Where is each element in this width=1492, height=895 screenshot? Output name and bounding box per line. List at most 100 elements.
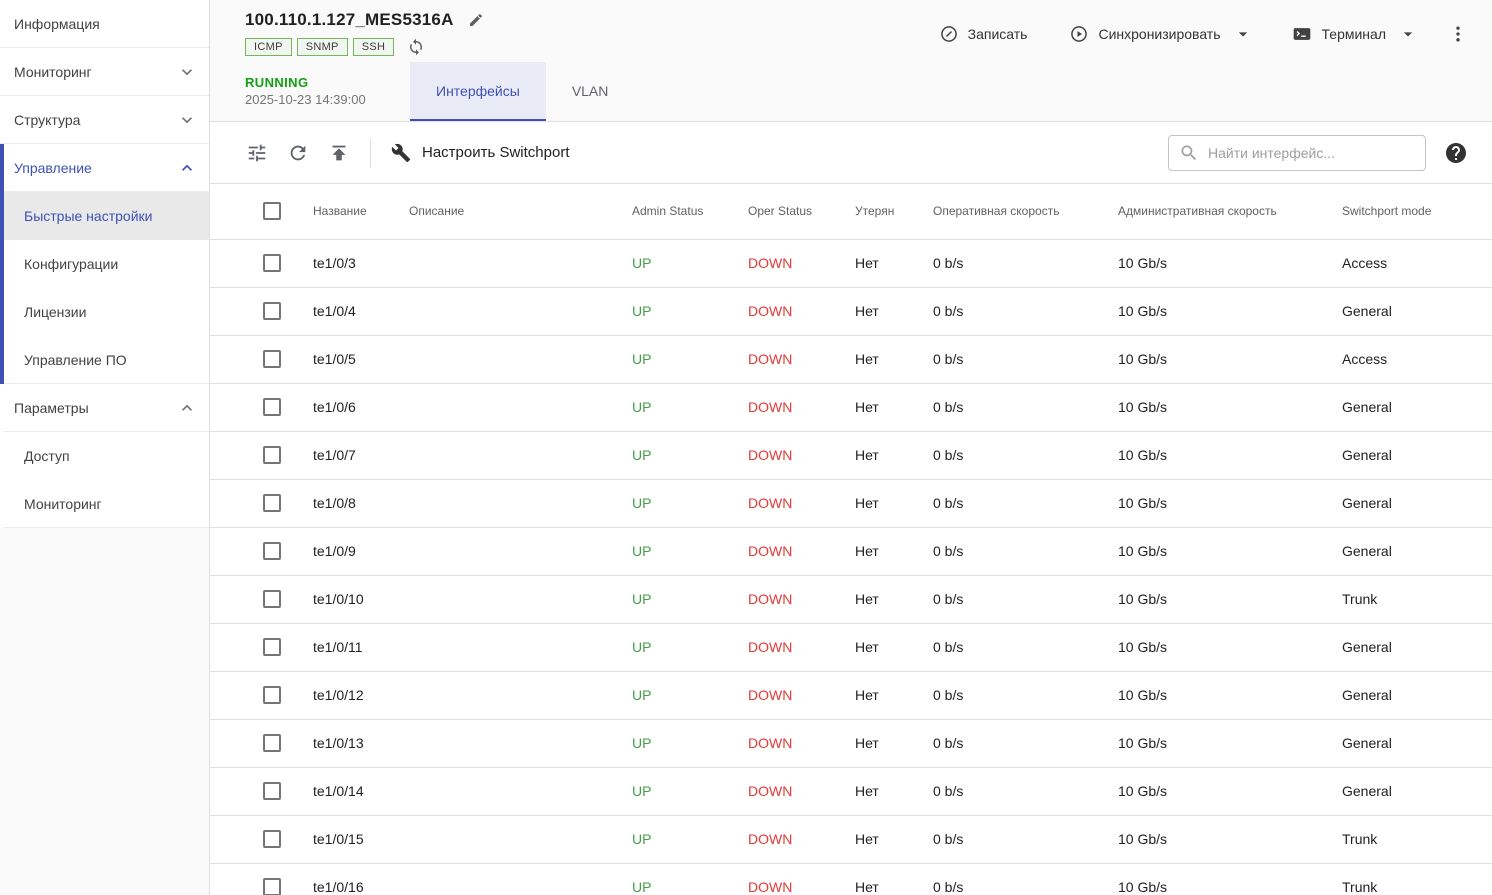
cell-lost: Нет — [855, 575, 933, 623]
column-header-name: Название — [313, 184, 409, 239]
sidebar-item-information[interactable]: Информация — [0, 0, 209, 48]
cell-admin-speed: 10 Gb/s — [1118, 815, 1342, 863]
search-input[interactable] — [1208, 145, 1415, 161]
pencil-icon — [468, 12, 484, 28]
sidebar-item-monitoring[interactable]: Мониторинг — [0, 48, 209, 96]
refresh-table-button[interactable] — [280, 135, 316, 171]
sidebar-item-quick-settings[interactable]: Быстрые настройки — [4, 192, 209, 240]
row-checkbox[interactable] — [263, 446, 281, 464]
cell-switchport-mode: General — [1342, 431, 1492, 479]
sidebar-item-label: Лицензии — [24, 304, 86, 320]
configure-switchport-button[interactable]: Настроить Switchport — [383, 137, 578, 169]
tab-vlan[interactable]: VLAN — [546, 62, 635, 121]
cell-admin-speed: 10 Gb/s — [1118, 575, 1342, 623]
sidebar-item-software-management[interactable]: Управление ПО — [4, 336, 209, 384]
table-row: te1/0/13UPDOWNНет0 b/s10 Gb/sGeneral — [210, 719, 1492, 767]
row-checkbox[interactable] — [263, 542, 281, 560]
protocol-badge-icmp: ICMP — [245, 38, 292, 56]
refresh-availability-button[interactable] — [405, 36, 427, 58]
cell-oper-status: DOWN — [748, 431, 855, 479]
row-checkbox[interactable] — [263, 590, 281, 608]
chevron-up-icon — [177, 158, 197, 178]
select-all-checkbox[interactable] — [263, 202, 281, 220]
cell-name: te1/0/11 — [313, 623, 409, 671]
upload-button[interactable] — [321, 135, 357, 171]
cell-admin-status: UP — [632, 815, 748, 863]
device-info: 100.110.1.127_MES5316A ICMP SNMP SSH — [245, 10, 486, 58]
terminal-button[interactable]: Терминал — [1283, 18, 1394, 50]
cell-oper-status: DOWN — [748, 335, 855, 383]
status-state: RUNNING — [245, 75, 400, 90]
cell-switchport-mode: General — [1342, 479, 1492, 527]
protocol-badge-snmp: SNMP — [297, 38, 348, 56]
cell-switchport-mode: General — [1342, 671, 1492, 719]
row-checkbox[interactable] — [263, 254, 281, 272]
row-checkbox[interactable] — [263, 638, 281, 656]
sidebar-item-monitoring-sub[interactable]: Мониторинг — [4, 480, 209, 528]
cell-description — [409, 335, 632, 383]
cell-switchport-mode: General — [1342, 623, 1492, 671]
cell-lost: Нет — [855, 479, 933, 527]
row-checkbox[interactable] — [263, 350, 281, 368]
synchronize-button[interactable]: Синхронизировать — [1061, 18, 1228, 50]
row-checkbox[interactable] — [263, 782, 281, 800]
protocol-badges: ICMP SNMP SSH — [245, 36, 486, 58]
terminal-icon — [1291, 24, 1313, 44]
row-checkbox[interactable] — [263, 398, 281, 416]
column-settings-button[interactable] — [239, 135, 275, 171]
sidebar-item-parameters[interactable]: Параметры — [4, 384, 209, 432]
cell-oper-speed: 0 b/s — [933, 863, 1118, 895]
row-checkbox[interactable] — [263, 830, 281, 848]
row-checkbox[interactable] — [263, 686, 281, 704]
cell-switchport-mode: Trunk — [1342, 863, 1492, 895]
cell-name: te1/0/9 — [313, 527, 409, 575]
cell-admin-status: UP — [632, 239, 748, 287]
cell-name: te1/0/8 — [313, 479, 409, 527]
sidebar-item-licenses[interactable]: Лицензии — [4, 288, 209, 336]
help-button[interactable] — [1442, 139, 1470, 167]
device-actions: Записать Синхронизировать Терминал — [931, 18, 1472, 50]
cell-admin-status: UP — [632, 431, 748, 479]
row-checkbox[interactable] — [263, 878, 281, 895]
play-circle-icon — [1069, 24, 1089, 44]
cell-oper-speed: 0 b/s — [933, 527, 1118, 575]
cell-admin-speed: 10 Gb/s — [1118, 335, 1342, 383]
cell-admin-status: UP — [632, 527, 748, 575]
tab-interfaces[interactable]: Интерфейсы — [410, 62, 546, 121]
row-checkbox[interactable] — [263, 302, 281, 320]
cell-description — [409, 239, 632, 287]
table-header-row: Название Описание Admin Status Oper Stat… — [210, 184, 1492, 239]
sidebar-item-structure[interactable]: Структура — [0, 96, 209, 144]
sidebar-item-label: Доступ — [24, 448, 70, 464]
cell-description — [409, 479, 632, 527]
cell-lost: Нет — [855, 239, 933, 287]
column-header-oper-speed: Оперативная скорость — [933, 184, 1118, 239]
synchronize-dropdown-button[interactable] — [1229, 18, 1257, 50]
row-checkbox[interactable] — [263, 494, 281, 512]
table-row: te1/0/9UPDOWNНет0 b/s10 Gb/sGeneral — [210, 527, 1492, 575]
edit-title-button[interactable] — [466, 10, 486, 30]
cell-description — [409, 287, 632, 335]
sidebar-item-access[interactable]: Доступ — [4, 432, 209, 480]
sidebar-item-label: Мониторинг — [14, 64, 92, 80]
column-header-lost: Утерян — [855, 184, 933, 239]
cell-oper-speed: 0 b/s — [933, 335, 1118, 383]
write-icon — [939, 24, 959, 44]
device-status: RUNNING 2025-10-23 14:39:00 — [245, 62, 400, 121]
terminal-dropdown-button[interactable] — [1394, 18, 1422, 50]
cell-admin-status: UP — [632, 719, 748, 767]
row-checkbox[interactable] — [263, 734, 281, 752]
sidebar-item-configurations[interactable]: Конфигурации — [4, 240, 209, 288]
cell-lost: Нет — [855, 623, 933, 671]
cell-description — [409, 383, 632, 431]
sidebar-item-management[interactable]: Управление — [4, 144, 209, 192]
tab-bar: Интерфейсы VLAN — [410, 62, 634, 121]
search-icon — [1179, 143, 1199, 163]
cell-name: te1/0/10 — [313, 575, 409, 623]
write-button[interactable]: Записать — [931, 18, 1036, 50]
table-row: te1/0/4UPDOWNНет0 b/s10 Gb/sGeneral — [210, 287, 1492, 335]
chevron-down-icon — [1398, 24, 1418, 44]
cell-oper-speed: 0 b/s — [933, 719, 1118, 767]
more-menu-button[interactable] — [1444, 20, 1472, 48]
cell-name: te1/0/15 — [313, 815, 409, 863]
